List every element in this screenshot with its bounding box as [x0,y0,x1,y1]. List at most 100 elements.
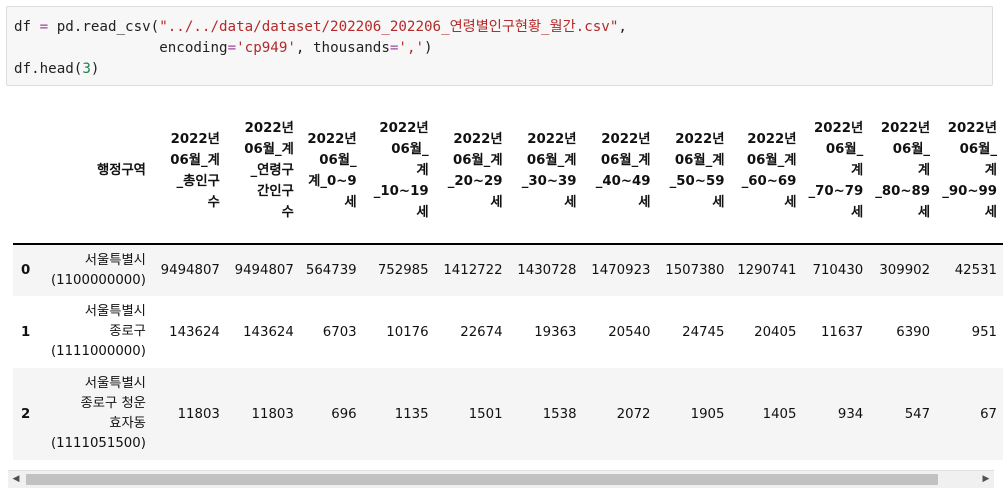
column-header-line: _10~19 [373,184,429,199]
value-cell: 143624 [225,296,300,368]
table-body: 0 서울특별시 (1100000000) 9494807 9494807 564739 75… [13,244,1003,460]
code-token-string: 'cp949' [236,40,296,56]
region-name-cell: 서울특별시 (1100000000) [44,244,152,296]
region-name-line: 종로구 청운 [80,396,146,411]
value-cell: 696 [299,368,363,460]
table-header-row: 행정구역 2022년 06월_계 _총인구 수 2022년 06월_계 _연령구 간인구 수 20… [13,98,1003,245]
column-header-line: _80~89 [875,184,931,199]
code-token-number: 3 [82,61,91,77]
column-header-line: 06월_ [892,142,931,157]
column-header-line: 세 [784,194,797,210]
value-cell: 1905 [656,368,731,460]
column-header-line: 세 [490,194,503,210]
horizontal-scrollbar[interactable]: ◀ ▶ [8,470,994,488]
column-header-line: 2022년 [947,121,997,136]
column-header-line: 세 [712,194,725,210]
code-cell[interactable]: df = pd.read_csv("../../data/dataset/202… [6,6,993,86]
value-cell: 1405 [730,368,803,460]
cell-output[interactable]: 행정구역 2022년 06월_계 _총인구 수 2022년 06월_계 _연령구 간인구 수 20… [0,98,1003,490]
column-header-line: 06월_계 [746,152,797,168]
region-name-line: 서울특별시 [84,252,146,268]
column-header-line: 2022년 [244,121,294,136]
column-header-line: 세 [638,194,651,210]
column-header-line: 세 [564,194,577,210]
column-header-line: 2022년 [747,131,797,147]
value-cell: 934 [802,368,870,460]
row-index: 1 [13,296,45,368]
value-cell: 1507380 [656,244,731,296]
value-cell: 752985 [362,244,435,296]
value-cell: 143624 [151,296,226,368]
value-cell: 20405 [730,296,803,368]
value-cell: 2072 [582,368,657,460]
value-cell: 11803 [225,368,300,460]
code-token: , [618,19,627,35]
code-token-string: ',' [398,40,425,56]
column-header-line: 세 [917,205,931,220]
column-header-line: 수 [281,205,294,220]
code-token-string: "../../data/dataset/202206_202206_연령별인구현… [159,19,619,35]
column-header-line: 간인구 [257,184,294,199]
value-cell: 1135 [362,368,435,460]
value-cell: 19363 [508,296,583,368]
value-cell: 67 [936,368,1003,460]
region-name-line: 효자동 [109,416,146,431]
row-index: 0 [13,244,45,296]
region-name-line: (1111051500) [50,436,146,451]
column-header-line: _60~69 [741,173,797,189]
column-header-line: 2022년 [814,121,864,136]
value-cell: 22674 [434,296,509,368]
column-header-line: 06월_계 [600,152,651,168]
column-header-line: 06월_계 [244,142,294,157]
column-header-line: 계 [917,163,931,178]
region-name-line: 서울특별시 [84,376,146,391]
column-header-line: 06월_ [391,142,429,157]
column-header: 2022년 06월_ 계 _10~19 세 [362,98,435,245]
column-header-line: 06월_ [825,142,864,157]
column-header: 2022년 06월_계 _50~59 세 [656,98,731,245]
column-header-line: _70~79 [808,184,864,199]
column-header-line: _연령구 [250,163,294,178]
value-cell: 10176 [362,296,435,368]
value-cell: 1538 [508,368,583,460]
scroll-right-arrow-icon[interactable]: ▶ [980,473,992,485]
column-header-line: _20~29 [447,173,503,189]
value-cell: 24745 [656,296,731,368]
column-header-line: _총인구 [176,173,220,189]
column-header-line: 06월_계 [452,152,503,168]
column-header-line: 06월_계 [170,152,220,168]
region-name-cell: 서울특별시종로구 청운효자동 (1111051500) [44,368,152,460]
table-row: 0 서울특별시 (1100000000) 9494807 9494807 564739 75… [13,244,1003,296]
column-header: 2022년 06월_계 _연령구간인구수 [225,98,300,245]
value-cell: 6703 [299,296,363,368]
code-token: , thousands [295,40,390,56]
value-cell: 11803 [151,368,226,460]
value-cell: 564739 [299,244,363,296]
scrollbar-thumb[interactable] [26,474,938,485]
code-token: df [14,19,40,35]
column-header-line: 계 [984,163,997,178]
column-header-line: 계_0~9 [308,173,357,189]
column-header: 2022년 06월_계 _20~29 세 [434,98,509,245]
column-header-line: 06월_계 [526,152,577,168]
region-name-line: 서울특별시 [84,304,146,319]
code-token-operator: = [39,19,49,35]
dataframe-table: 행정구역 2022년 06월_계 _총인구 수 2022년 06월_계 _연령구 간인구 수 20… [13,98,1003,460]
value-cell: 710430 [802,244,870,296]
code-editor[interactable]: df = pd.read_csv("../../data/dataset/202… [14,17,627,80]
row-index: 2 [13,368,45,460]
value-cell: 547 [869,368,937,460]
code-token-operator: = [227,40,237,56]
code-token: pd.read_csv( [48,19,160,35]
column-header-line: 2022년 [675,131,725,147]
code-token: ) [424,40,433,56]
column-header-line: 2022년 [307,131,357,147]
value-cell: 9494807 [225,244,300,296]
column-header: 2022년 06월_ 계 _90~99 세 [936,98,1003,245]
column-header-line: 2022년 [527,131,577,147]
table-row: 2 서울특별시 종로구 청운 효자동 (1111051500) 11803 11803 696… [13,368,1003,460]
column-header-line: _40~49 [595,173,651,189]
scroll-left-arrow-icon[interactable]: ◀ [10,473,22,485]
column-header-line: 세 [416,205,429,220]
table-row: 1 서울특별시 종로구 (1111000000) 143624 143624 6703 101… [13,296,1003,368]
